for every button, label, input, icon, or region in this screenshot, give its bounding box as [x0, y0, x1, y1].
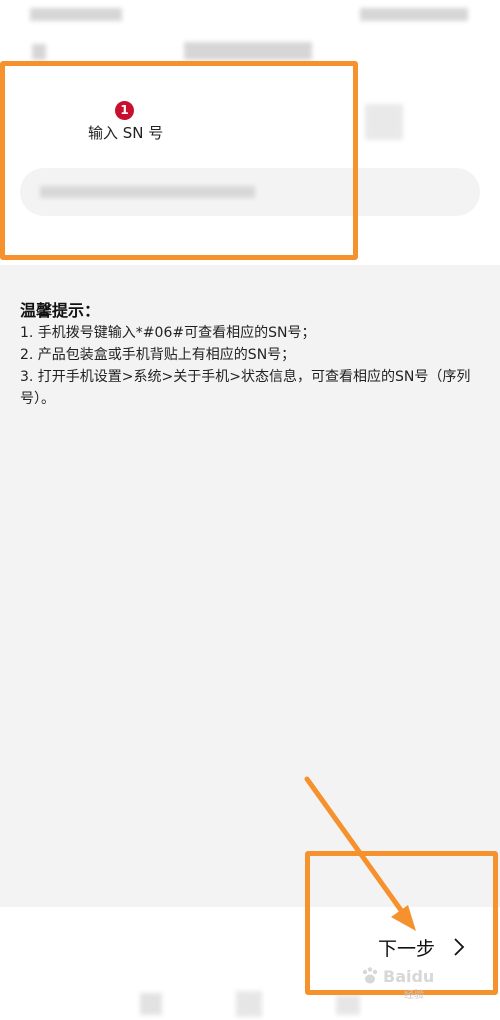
tips-section: 温馨提示： 1. 手机拨号键输入*#06#可查看相应的SN号； 2. 产品包装盒… — [0, 265, 500, 907]
status-bar-left-blurred — [30, 8, 122, 21]
nav-home-icon[interactable] — [236, 991, 262, 1017]
paw-icon — [362, 967, 378, 984]
highlight-box-input — [0, 61, 358, 260]
back-icon[interactable] — [32, 44, 46, 60]
baidu-watermark: Baidu 经验 — [360, 966, 435, 1001]
tip-item: 3. 打开手机设置>系统>关于手机>状态信息，可查看相应的SN号（序列号）。 — [20, 369, 471, 407]
nav-back-icon[interactable] — [140, 993, 162, 1015]
tip-item: 1. 手机拨号键输入*#06#可查看相应的SN号； — [20, 325, 316, 341]
tip-item: 2. 产品包装盒或手机背贴上有相应的SN号； — [20, 347, 296, 363]
page-title-blurred — [184, 42, 312, 60]
status-bar-right-blurred — [360, 8, 468, 21]
nav-recent-icon[interactable] — [336, 995, 360, 1015]
watermark-sub: 经验 — [404, 990, 424, 1001]
tips-title: 温馨提示： — [20, 301, 101, 320]
watermark-brand: Baidu — [383, 966, 435, 986]
help-icon[interactable] — [365, 104, 403, 140]
